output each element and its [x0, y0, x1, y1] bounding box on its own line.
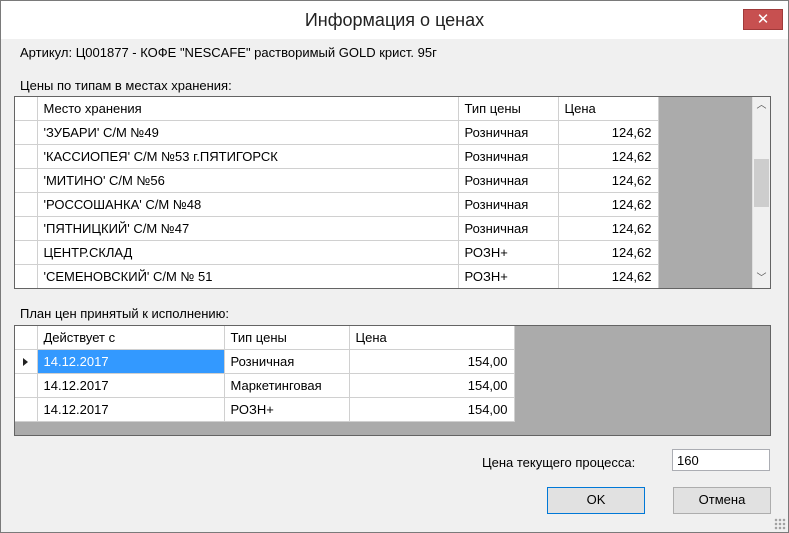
price-info-dialog: Информация о ценах ✕ Артикул: Ц001877 - … — [0, 0, 789, 533]
cancel-button[interactable]: Отмена — [673, 487, 771, 514]
price-type-cell[interactable]: РОЗН+ — [458, 240, 559, 265]
dialog-body: Артикул: Ц001877 - КОФЕ "NESCAFE" раство… — [1, 39, 788, 532]
row-header[interactable] — [15, 349, 38, 374]
row-header-corner — [15, 326, 38, 350]
table-row[interactable]: ЦЕНТР.СКЛАД РОЗН+ 124,62 — [15, 240, 659, 265]
price-type-cell[interactable]: Розничная — [224, 349, 350, 374]
scroll-thumb[interactable] — [754, 159, 769, 207]
price-cell[interactable]: 154,00 — [349, 349, 515, 374]
price-cell[interactable]: 124,62 — [558, 120, 659, 145]
row-header-corner — [15, 97, 38, 121]
price-cell[interactable]: 154,00 — [349, 373, 515, 398]
table-row[interactable]: 14.12.2017 РОЗН+ 154,00 — [15, 397, 515, 422]
price-type-cell[interactable]: Розничная — [458, 144, 559, 169]
table-row[interactable]: 'КАССИОПЕЯ' С/М №53 г.ПЯТИГОРСК Розничная… — [15, 144, 659, 169]
close-button[interactable]: ✕ — [743, 9, 783, 30]
price-cell[interactable]: 124,62 — [558, 240, 659, 265]
storage-prices-table: Место хранения Тип цены Цена 'ЗУБАРИ' С/… — [15, 97, 659, 288]
price-type-cell[interactable]: Маркетинговая — [224, 373, 350, 398]
title-bar[interactable]: Информация о ценах ✕ — [1, 1, 788, 39]
column-header-price-type[interactable]: Тип цены — [458, 97, 559, 121]
table-row[interactable]: 'ЗУБАРИ' С/М №49 Розничная 124,62 — [15, 120, 659, 145]
table-row[interactable]: 'СЕМЕНОВСКИЙ' С/М № 51 РОЗН+ 124,62 — [15, 264, 659, 288]
column-header-price[interactable]: Цена — [558, 97, 659, 121]
price-type-cell[interactable]: РОЗН+ — [224, 397, 350, 422]
chevron-down-icon: ﹀ — [756, 273, 767, 284]
window-title: Информация о ценах — [304, 10, 485, 30]
price-type-cell[interactable]: Розничная — [458, 168, 559, 193]
effective-from-cell[interactable]: 14.12.2017 — [37, 397, 225, 422]
row-header[interactable] — [15, 216, 38, 241]
chevron-up-icon: ︿ — [756, 100, 767, 111]
price-type-cell[interactable]: Розничная — [458, 192, 559, 217]
row-header[interactable] — [15, 192, 38, 217]
price-cell[interactable]: 124,62 — [558, 264, 659, 288]
storage-grid-scrollbar[interactable]: ︿ ﹀ — [752, 97, 770, 288]
column-header-storage[interactable]: Место хранения — [37, 97, 459, 121]
row-header[interactable] — [15, 397, 38, 422]
storage-prices-grid[interactable]: Место хранения Тип цены Цена 'ЗУБАРИ' С/… — [14, 96, 771, 289]
price-type-cell[interactable]: РОЗН+ — [458, 264, 559, 288]
storage-cell[interactable]: ЦЕНТР.СКЛАД — [37, 240, 459, 265]
column-header-effective-from[interactable]: Действует с — [37, 326, 225, 350]
table-row[interactable]: 14.12.2017 Маркетинговая 154,00 — [15, 373, 515, 398]
price-plan-label: План цен принятый к исполнению: — [20, 306, 230, 321]
table-row[interactable]: 'ПЯТНИЦКИЙ' С/М №47 Розничная 124,62 — [15, 216, 659, 241]
row-header[interactable] — [15, 264, 38, 288]
row-header[interactable] — [15, 168, 38, 193]
price-cell[interactable]: 124,62 — [558, 144, 659, 169]
resize-grip[interactable] — [774, 518, 786, 530]
price-type-cell[interactable]: Розничная — [458, 216, 559, 241]
current-row-arrow-icon — [23, 357, 28, 366]
ok-button[interactable]: OK — [547, 487, 645, 514]
price-cell[interactable]: 124,62 — [558, 192, 659, 217]
effective-from-cell[interactable]: 14.12.2017 — [37, 373, 225, 398]
price-cell[interactable]: 154,00 — [349, 397, 515, 422]
storage-cell[interactable]: 'ЗУБАРИ' С/М №49 — [37, 120, 459, 145]
price-cell[interactable]: 124,62 — [558, 168, 659, 193]
row-header[interactable] — [15, 144, 38, 169]
scroll-down-button[interactable]: ﹀ — [753, 270, 770, 288]
scroll-up-button[interactable]: ︿ — [753, 97, 770, 115]
storage-cell[interactable]: 'КАССИОПЕЯ' С/М №53 г.ПЯТИГОРСК — [37, 144, 459, 169]
effective-from-cell[interactable]: 14.12.2017 — [37, 349, 225, 374]
current-process-price-input[interactable] — [672, 449, 770, 471]
close-icon: ✕ — [756, 11, 770, 28]
current-process-label: Цена текущего процесса: — [482, 455, 636, 470]
price-plan-table: Действует с Тип цены Цена 14.12.2017 Розн… — [15, 326, 515, 422]
row-header[interactable] — [15, 373, 38, 398]
price-cell[interactable]: 124,62 — [558, 216, 659, 241]
storage-prices-label: Цены по типам в местах хранения: — [20, 78, 232, 93]
row-header[interactable] — [15, 120, 38, 145]
storage-cell[interactable]: 'СЕМЕНОВСКИЙ' С/М № 51 — [37, 264, 459, 288]
price-type-cell[interactable]: Розничная — [458, 120, 559, 145]
table-header-row: Место хранения Тип цены Цена — [15, 97, 659, 121]
table-row[interactable]: 'РОССОШАНКА' С/М №48 Розничная 124,62 — [15, 192, 659, 217]
storage-cell[interactable]: 'РОССОШАНКА' С/М №48 — [37, 192, 459, 217]
table-row[interactable]: 'МИТИНО' С/М №56 Розничная 124,62 — [15, 168, 659, 193]
row-header[interactable] — [15, 240, 38, 265]
column-header-price-type[interactable]: Тип цены — [224, 326, 350, 350]
column-header-price[interactable]: Цена — [349, 326, 515, 350]
price-plan-grid[interactable]: Действует с Тип цены Цена 14.12.2017 Розн… — [14, 325, 771, 436]
table-header-row: Действует с Тип цены Цена — [15, 326, 515, 350]
article-label: Артикул: Ц001877 - КОФЕ "NESCAFE" раство… — [20, 45, 437, 60]
storage-cell[interactable]: 'ПЯТНИЦКИЙ' С/М №47 — [37, 216, 459, 241]
storage-cell[interactable]: 'МИТИНО' С/М №56 — [37, 168, 459, 193]
table-row[interactable]: 14.12.2017 Розничная 154,00 — [15, 349, 515, 374]
